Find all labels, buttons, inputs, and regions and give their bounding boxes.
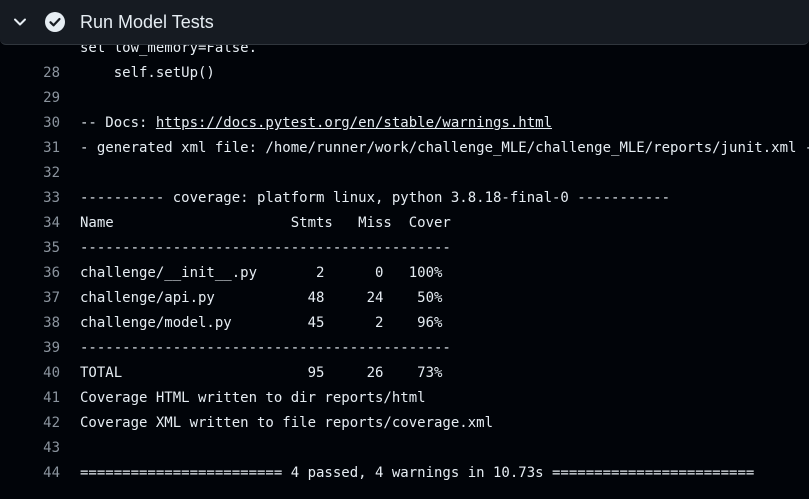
line-content: ---------- coverage: platform linux, pyt… (80, 190, 671, 206)
line-content: Coverage HTML written to dir reports/htm… (80, 390, 426, 406)
log-line: 29 (0, 86, 809, 111)
line-text: self.setUp() (80, 61, 215, 86)
line-text: challenge/model.py 45 2 96% (80, 311, 442, 336)
line-number[interactable]: 28 (20, 61, 60, 86)
line-text: Coverage HTML written to dir reports/htm… (80, 386, 426, 411)
line-number[interactable]: 44 (20, 461, 60, 486)
log-line: 42 Coverage XML written to file reports/c… (0, 411, 809, 436)
line-text: ----------------------------------------… (80, 336, 451, 361)
log-line: 39 --------------------------------------… (0, 336, 809, 361)
line-text: challenge/__init__.py 2 0 100% (80, 261, 442, 286)
line-content: TOTAL 95 26 73% (80, 365, 443, 381)
line-text: TOTAL 95 26 73% (80, 361, 442, 386)
log-line: 44 ======================== 4 passed, 4 w… (0, 461, 809, 486)
line-number[interactable]: 37 (20, 286, 60, 311)
line-number[interactable]: 41 (20, 386, 60, 411)
log-line: 33 ---------- coverage: platform linux, p… (0, 186, 809, 211)
line-content: Name Stmts Miss Cover (80, 215, 451, 231)
check-circle-icon (45, 12, 65, 32)
log-line: 28 self.setUp() (0, 61, 809, 86)
line-text: - generated xml file: /home/runner/work/… (80, 136, 809, 161)
log-line: 31 - generated xml file: /home/runner/wor… (0, 136, 809, 161)
log-line: 32 (0, 161, 809, 186)
log-area: set low_memory=False. 28 self.setUp() 29 3… (0, 0, 809, 499)
line-number[interactable]: 42 (20, 411, 60, 436)
line-number[interactable]: 30 (20, 111, 60, 136)
line-content: ======================== 4 passed, 4 war… (80, 465, 755, 481)
line-content: ----------------------------------------… (80, 240, 451, 256)
line-text: Coverage XML written to file reports/cov… (80, 411, 493, 436)
line-content: self.setUp() (80, 65, 215, 81)
line-text: ----------------------------------------… (80, 236, 451, 261)
log-line: 37 challenge/api.py 48 24 50% (0, 286, 809, 311)
line-number[interactable]: 32 (20, 161, 60, 186)
log-line: 40 TOTAL 95 26 73% (0, 361, 809, 386)
line-text: challenge/api.py 48 24 50% (80, 286, 442, 311)
line-content: Coverage XML written to file reports/cov… (80, 415, 494, 431)
docs-link[interactable]: https://docs.pytest.org/en/stable/warnin… (156, 115, 552, 131)
line-content: - generated xml file: /home/runner/work/… (80, 140, 809, 156)
line-text: -- Docs: https://docs.pytest.org/en/stab… (80, 111, 552, 136)
step-title: Run Model Tests (80, 12, 214, 32)
log-line: 38 challenge/model.py 45 2 96% (0, 311, 809, 336)
line-text: ---------- coverage: platform linux, pyt… (80, 186, 670, 211)
chevron-down-icon[interactable] (12, 14, 28, 30)
line-content: challenge/api.py 48 24 50% (80, 290, 443, 306)
line-number[interactable]: 35 (20, 236, 60, 261)
line-content: challenge/__init__.py 2 0 100% (80, 265, 443, 281)
line-number[interactable]: 36 (20, 261, 60, 286)
line-number[interactable]: 29 (20, 86, 60, 111)
step-header[interactable]: Run Model Tests (0, 0, 809, 45)
line-number[interactable]: 39 (20, 336, 60, 361)
line-number[interactable]: 34 (20, 211, 60, 236)
log-line: 36 challenge/__init__.py 2 0 100% (0, 261, 809, 286)
log-line: 35 --------------------------------------… (0, 236, 809, 261)
log-line: 34 Name Stmts Miss Cover (0, 211, 809, 236)
line-number[interactable]: 43 (20, 436, 60, 461)
line-text: ======================== 4 passed, 4 war… (80, 461, 754, 486)
log-line: 43 (0, 436, 809, 461)
log-line: 41 Coverage HTML written to dir reports/h… (0, 386, 809, 411)
log-line: 30 -- Docs: https://docs.pytest.org/en/st… (0, 111, 809, 136)
line-number[interactable]: 33 (20, 186, 60, 211)
line-number[interactable]: 38 (20, 311, 60, 336)
line-content: -- Docs: (80, 115, 156, 131)
line-text: Name Stmts Miss Cover (80, 211, 451, 236)
line-number[interactable]: 31 (20, 136, 60, 161)
line-content: challenge/model.py 45 2 96% (80, 315, 443, 331)
line-content: ----------------------------------------… (80, 340, 451, 356)
line-number[interactable]: 40 (20, 361, 60, 386)
